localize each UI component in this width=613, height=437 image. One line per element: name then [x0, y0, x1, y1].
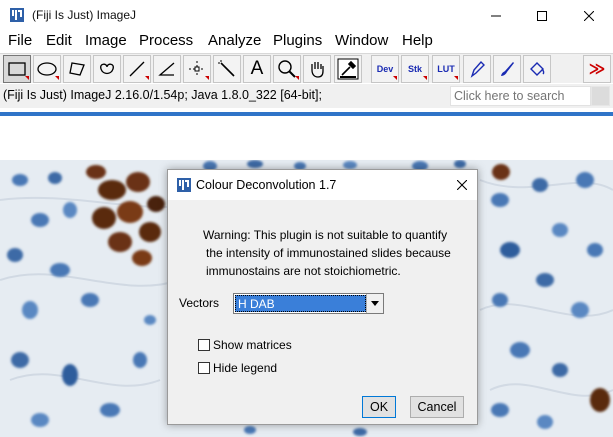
text-icon: A	[250, 58, 264, 79]
dev-menu[interactable]: Dev	[371, 55, 399, 83]
cancel-button[interactable]: Cancel	[410, 396, 464, 418]
pencil-icon	[470, 60, 485, 78]
warning-line-1: Warning: This plugin is not suitable to …	[203, 228, 448, 242]
polygon-icon	[69, 62, 85, 76]
dialog-titlebar[interactable]: Colour Deconvolution 1.7	[168, 170, 477, 200]
dropper-icon	[337, 58, 359, 80]
submenu-triangle-icon	[55, 76, 59, 80]
warning-line-3: immunostains are not stoichiometric.	[206, 264, 401, 278]
search-button[interactable]	[591, 86, 610, 106]
pencil-tool[interactable]	[463, 55, 491, 83]
freehand-tool[interactable]	[93, 55, 121, 83]
freehand-icon	[100, 63, 114, 75]
status-text: (Fiji Is Just) ImageJ 2.16.0/1.54p; Java…	[3, 88, 322, 102]
double-chevron-right-icon: ≫	[588, 61, 606, 78]
menu-plugins[interactable]: Plugins	[273, 32, 322, 50]
warning-line-2: the intensity of immunostained slides be…	[206, 246, 451, 260]
menu-window[interactable]: Window	[335, 32, 388, 50]
colour-deconvolution-dialog: Colour Deconvolution 1.7 Warning: This p…	[167, 169, 478, 425]
bucket-icon	[530, 62, 545, 76]
magnifier-tool[interactable]	[273, 55, 301, 83]
show-matrices-label: Show matrices	[213, 338, 292, 352]
point-tool[interactable]	[183, 55, 211, 83]
wand-icon	[218, 60, 235, 77]
angle-tool[interactable]	[153, 55, 181, 83]
ok-button[interactable]: OK	[362, 396, 396, 418]
polygon-tool[interactable]	[63, 55, 91, 83]
hand-tool[interactable]	[303, 55, 331, 83]
line-tool[interactable]	[123, 55, 151, 83]
close-icon[interactable]	[566, 0, 612, 31]
submenu-triangle-icon	[145, 76, 149, 80]
brush-tool[interactable]	[493, 55, 521, 83]
close-icon[interactable]	[447, 170, 477, 200]
maximize-icon[interactable]	[519, 0, 565, 31]
toolbar: A Dev Stk LUT ≫	[0, 53, 613, 83]
show-matrices-checkbox[interactable]	[198, 339, 210, 351]
submenu-triangle-icon	[423, 76, 427, 80]
submenu-triangle-icon	[295, 76, 299, 80]
submenu-triangle-icon	[25, 76, 29, 80]
stk-menu[interactable]: Stk	[401, 55, 429, 83]
main-window-title: (Fiji Is Just) ImageJ	[32, 8, 137, 22]
vectors-label: Vectors	[179, 296, 220, 310]
menu-process[interactable]: Process	[139, 32, 193, 50]
rectangle-icon	[8, 62, 26, 76]
window-bottom-edge	[0, 112, 613, 116]
vectors-selected-value: H DAB	[235, 295, 366, 312]
lut-menu[interactable]: LUT	[432, 55, 460, 83]
vectors-dropdown[interactable]: H DAB	[233, 293, 384, 314]
imagej-app-icon	[10, 8, 24, 22]
hand-icon	[311, 62, 324, 78]
hide-legend-checkbox[interactable]	[198, 362, 210, 374]
angle-icon	[158, 62, 175, 76]
more-tools[interactable]: ≫	[583, 55, 611, 83]
text-tool[interactable]: A	[243, 55, 271, 83]
menu-analyze[interactable]: Analyze	[208, 32, 261, 50]
hide-legend-label: Hide legend	[213, 361, 278, 375]
submenu-triangle-icon	[454, 76, 458, 80]
submenu-triangle-icon	[205, 76, 209, 80]
dialog-title: Colour Deconvolution 1.7	[196, 178, 337, 192]
menu-file[interactable]: File	[8, 32, 32, 50]
main-titlebar[interactable]: (Fiji Is Just) ImageJ	[0, 0, 613, 31]
menu-help[interactable]: Help	[402, 32, 433, 50]
imagej-main-window: (Fiji Is Just) ImageJ File Edit Image Pr…	[0, 0, 613, 116]
imagej-app-icon	[177, 178, 191, 192]
menubar: File Edit Image Process Analyze Plugins …	[0, 31, 613, 52]
oval-icon	[37, 62, 57, 76]
menu-edit[interactable]: Edit	[46, 32, 72, 50]
search-input[interactable]	[450, 86, 591, 106]
brush-icon	[501, 62, 514, 76]
flood-fill-tool[interactable]	[523, 55, 551, 83]
color-picker-tool[interactable]	[334, 55, 362, 83]
menu-image[interactable]: Image	[85, 32, 127, 50]
rectangle-tool[interactable]	[3, 55, 31, 83]
minimize-icon[interactable]	[473, 0, 519, 31]
chevron-down-icon[interactable]	[366, 294, 383, 313]
oval-tool[interactable]	[33, 55, 61, 83]
submenu-triangle-icon	[393, 76, 397, 80]
point-icon	[189, 61, 205, 77]
magnifier-icon	[278, 60, 296, 78]
line-icon	[129, 61, 145, 77]
wand-tool[interactable]	[213, 55, 241, 83]
